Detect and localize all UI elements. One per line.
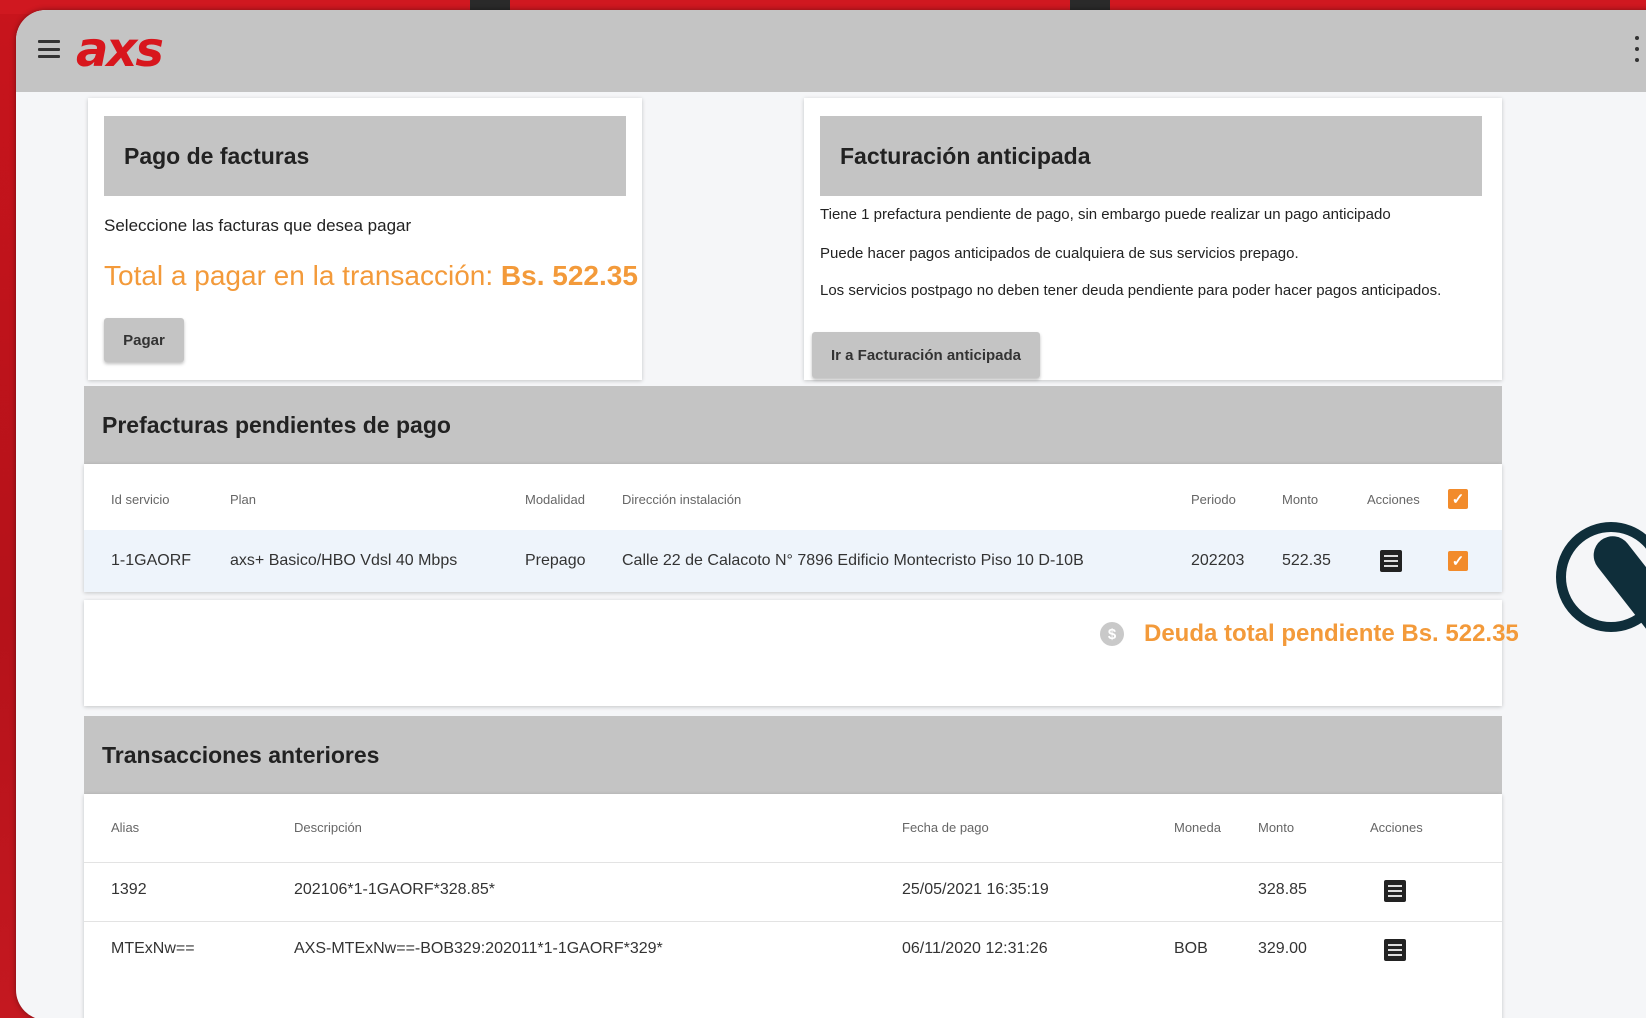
cell-fecha: 25/05/2021 16:35:19 [902,881,1049,898]
table-row[interactable]: 1-1GAORF axs+ Basico/HBO Vdsl 40 Mbps Pr… [84,530,1502,592]
col-periodo: Periodo [1191,492,1236,507]
menu-icon[interactable] [38,40,60,58]
cell-alias: MTExNw== [111,940,195,957]
tap-pointer-icon [1556,522,1646,702]
col-alias: Alias [111,820,140,835]
receipt-document-icon[interactable] [1384,939,1406,961]
transacciones-table: Alias Descripción Fecha de pago Moneda M… [84,794,1502,1018]
total-value: Bs. 522.35 [500,260,638,291]
col-plan: Plan [230,492,257,507]
row-select-checkbox[interactable]: ✓ [1448,551,1468,571]
cell-descripcion: 202106*1-1GAORF*328.85* [294,881,496,898]
col-monto: Monto [1282,492,1319,507]
col-acciones: Acciones [1367,492,1420,507]
brand-logo[interactable]: axs [76,22,164,78]
cell-direccion: Calle 22 de Calacoto N° 7896 Edificio Mo… [622,552,1084,569]
cell-fecha: 06/11/2020 12:31:26 [902,940,1048,957]
app-bar: axs [16,10,1646,92]
more-options-icon[interactable] [1634,36,1640,62]
cell-monto: 328.85 [1258,881,1307,898]
invoice-document-icon[interactable] [1380,550,1402,572]
col-monto: Monto [1258,820,1295,835]
anticipada-line-2: Puede hacer pagos anticipados de cualqui… [820,245,1299,262]
transacciones-title: Transacciones anteriores [84,716,1502,794]
deuda-total-card: $ Deuda total pendiente Bs. 522.35 [84,600,1519,706]
pago-facturas-card: Pago de facturas Seleccione las facturas… [88,98,642,380]
select-all-checkbox[interactable]: ✓ [1448,489,1468,509]
app-window: axs Pago de facturas Seleccione las fact… [16,10,1646,1018]
cell-plan: axs+ Basico/HBO Vdsl 40 Mbps [230,552,458,569]
pay-button[interactable]: Pagar [104,318,184,362]
cell-id-servicio: 1-1GAORF [111,552,192,569]
pago-facturas-title: Pago de facturas [104,116,626,196]
cell-modalidad: Prepago [525,552,586,569]
prefacturas-table: Id servicio Plan Modalidad Dirección ins… [84,464,1502,592]
col-descripcion: Descripción [294,820,362,835]
total-label: Total a pagar en la transacción: [104,260,494,291]
anticipada-line-1: Tiene 1 prefactura pendiente de pago, si… [820,206,1391,223]
cell-moneda: BOB [1174,940,1208,957]
deuda-total-label: Deuda total pendiente Bs. 522.35 [1144,620,1519,647]
prefacturas-title: Prefacturas pendientes de pago [84,386,1502,464]
go-facturacion-anticipada-button[interactable]: Ir a Facturación anticipada [812,332,1040,378]
facturacion-anticipada-card: Facturación anticipada Tiene 1 prefactur… [804,98,1502,380]
col-acciones: Acciones [1370,820,1423,835]
col-modalidad: Modalidad [525,492,585,507]
cell-alias: 1392 [111,881,147,898]
dollar-coin-icon: $ [1100,622,1124,646]
col-fecha-pago: Fecha de pago [902,820,989,835]
col-moneda: Moneda [1174,820,1221,835]
total-transaction: Total a pagar en la transacción: Bs. 522… [104,260,638,292]
anticipada-line-3: Los servicios postpago no deben tener de… [820,282,1442,299]
cell-monto: 329.00 [1258,940,1307,957]
cell-monto: 522.35 [1282,552,1331,569]
table-row[interactable]: 1392 202106*1-1GAORF*328.85* 25/05/2021 … [84,863,1502,921]
col-id-servicio: Id servicio [111,492,170,507]
col-direccion: Dirección instalación [622,492,742,507]
receipt-document-icon[interactable] [1384,880,1406,902]
cell-descripcion: AXS-MTExNw==-BOB329:202011*1-1GAORF*329* [294,940,663,957]
cell-periodo: 202203 [1191,552,1245,569]
facturacion-anticipada-title: Facturación anticipada [820,116,1482,196]
table-row[interactable]: MTExNw== AXS-MTExNw==-BOB329:202011*1-1G… [84,922,1502,980]
pago-instructions: Seleccione las facturas que desea pagar [104,216,412,235]
